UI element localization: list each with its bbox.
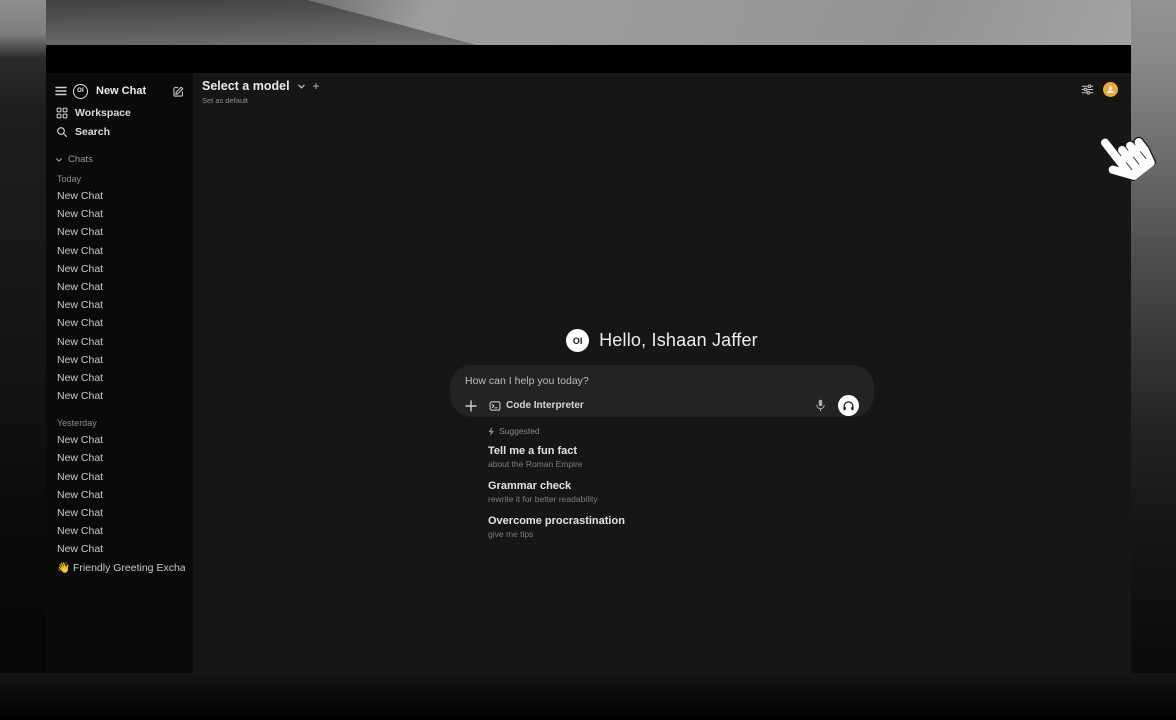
composer-input[interactable]: How can I help you today?: [465, 375, 859, 387]
composer-toolbar: Code Interpreter: [465, 395, 859, 416]
suggested-header: Suggested: [488, 426, 874, 436]
code-interpreter-icon: [489, 400, 501, 412]
controls-icon[interactable]: [1081, 83, 1094, 96]
sidebar-item-search[interactable]: Search: [55, 122, 185, 141]
user-avatar[interactable]: [1103, 82, 1118, 97]
chat-list-item[interactable]: New Chat: [55, 449, 185, 467]
model-selector-label: Select a model: [202, 79, 290, 93]
chat-list-item[interactable]: New Chat: [55, 522, 185, 540]
model-selector[interactable]: Select a model +: [202, 79, 320, 93]
chat-list-item[interactable]: New Chat: [55, 387, 185, 405]
window-titlebar: [46, 45, 1131, 73]
main-area: Select a model + Set as default: [193, 73, 1131, 673]
chat-list-item[interactable]: New Chat: [55, 278, 185, 296]
chat-list-item[interactable]: New Chat: [55, 242, 185, 260]
suggested-prompt-title: Tell me a fun fact: [488, 445, 874, 457]
chat-list-item[interactable]: 👋 Friendly Greeting Exchange: [55, 559, 185, 577]
app-logo-large: OI: [566, 329, 589, 352]
sidebar-toggle-icon[interactable]: [55, 86, 67, 96]
sidebar-title: New Chat: [96, 85, 166, 97]
chat-group-label: Yesterday: [57, 418, 185, 428]
main-topbar: Select a model + Set as default: [193, 73, 1131, 105]
workspace-icon: [56, 107, 68, 119]
desktop-background-right: [1131, 0, 1176, 720]
suggested-prompt-subtitle: give me tips: [488, 529, 874, 539]
suggested-prompt[interactable]: Tell me a fun fact about the Roman Empir…: [488, 445, 874, 469]
chat-list-item[interactable]: New Chat: [55, 486, 185, 504]
voice-mode-button[interactable]: [838, 395, 859, 416]
suggested-list: Tell me a fun fact about the Roman Empir…: [488, 445, 874, 539]
suggested-prompt-title: Grammar check: [488, 480, 874, 492]
desktop-background-bottom: [0, 673, 1176, 720]
greeting: OI Hello, Ishaan Jaffer: [450, 329, 874, 352]
screen: OI New Chat Workspace Searc: [0, 0, 1176, 720]
greeting-text: Hello, Ishaan Jaffer: [599, 330, 758, 351]
add-model-button[interactable]: +: [313, 79, 320, 93]
chat-list-item[interactable]: New Chat: [55, 333, 185, 351]
model-chevron-icon: [297, 82, 306, 91]
search-icon: [56, 126, 68, 138]
chat-list-item[interactable]: New Chat: [55, 205, 185, 223]
chat-group-yesterday: Yesterday New ChatNew ChatNew ChatNew Ch…: [55, 418, 185, 577]
chat-list: New ChatNew ChatNew ChatNew ChatNew Chat…: [55, 431, 185, 577]
app-logo: OI: [73, 84, 88, 99]
chat-list-item[interactable]: New Chat: [55, 314, 185, 332]
welcome-stack: OI Hello, Ishaan Jaffer How can I help y…: [450, 329, 874, 550]
chat-list-item[interactable]: New Chat: [55, 468, 185, 486]
suggested-prompt-subtitle: rewrite it for better readability: [488, 494, 874, 504]
code-interpreter-label: Code Interpreter: [506, 400, 584, 411]
chat-list: New ChatNew ChatNew ChatNew ChatNew Chat…: [55, 187, 185, 405]
workspace-label: Workspace: [75, 107, 131, 119]
chat-group-today: Today New ChatNew ChatNew ChatNew ChatNe…: [55, 174, 185, 405]
mic-button[interactable]: [815, 399, 826, 412]
chat-list-item[interactable]: New Chat: [55, 351, 185, 369]
chat-list-item[interactable]: New Chat: [55, 260, 185, 278]
chats-label: Chats: [68, 154, 93, 165]
chat-list-item[interactable]: New Chat: [55, 223, 185, 241]
chat-list-item[interactable]: New Chat: [55, 504, 185, 522]
chat-group-label: Today: [57, 174, 185, 184]
suggested-prompt[interactable]: Grammar check rewrite it for better read…: [488, 480, 874, 504]
desktop-background-left: [0, 0, 46, 720]
chat-list-item[interactable]: New Chat: [55, 296, 185, 314]
suggested-section: Suggested Tell me a fun fact about the R…: [450, 426, 874, 539]
bolt-icon: [488, 427, 495, 436]
suggested-label: Suggested: [499, 426, 540, 436]
chat-list-item[interactable]: New Chat: [55, 187, 185, 205]
sidebar-header: OI New Chat: [55, 79, 185, 103]
topbar-actions: [1081, 82, 1118, 97]
chat-list-item[interactable]: New Chat: [55, 431, 185, 449]
chat-list-item[interactable]: New Chat: [55, 369, 185, 387]
set-default-link[interactable]: Set as default: [202, 96, 320, 105]
model-selector-block: Select a model + Set as default: [202, 79, 320, 105]
suggested-prompt-subtitle: about the Roman Empire: [488, 459, 874, 469]
suggested-prompt-title: Overcome procrastination: [488, 515, 874, 527]
suggested-prompt[interactable]: Overcome procrastination give me tips: [488, 515, 874, 539]
search-label: Search: [75, 126, 110, 138]
new-chat-icon[interactable]: [172, 85, 185, 98]
sidebar-item-workspace[interactable]: Workspace: [55, 103, 185, 122]
code-interpreter-toggle[interactable]: Code Interpreter: [489, 400, 584, 412]
sidebar: OI New Chat Workspace Searc: [46, 73, 193, 673]
attach-button[interactable]: [465, 400, 477, 412]
chats-section-toggle[interactable]: Chats: [55, 152, 185, 167]
chevron-down-icon: [55, 156, 63, 164]
chat-list-item[interactable]: New Chat: [55, 540, 185, 558]
openwebui-window: OI New Chat Workspace Searc: [46, 45, 1131, 673]
message-composer[interactable]: How can I help you today? Code Interpret…: [450, 365, 874, 417]
